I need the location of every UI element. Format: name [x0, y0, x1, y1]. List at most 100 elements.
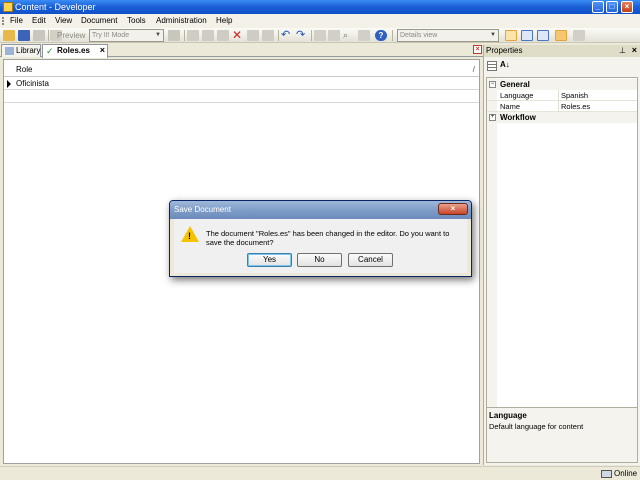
copy-icon[interactable]: [202, 30, 214, 41]
open-icon[interactable]: [3, 30, 15, 41]
insert-row-icon[interactable]: [314, 30, 326, 41]
save-icon[interactable]: [18, 30, 30, 41]
connection-icon: [601, 470, 612, 478]
dialog-message: The document "Roles.es" has been changed…: [206, 229, 450, 247]
find-icon[interactable]: [262, 30, 274, 41]
print-icon[interactable]: [33, 30, 45, 41]
paste-icon[interactable]: [217, 30, 229, 41]
menu-tools[interactable]: Tools: [125, 15, 148, 27]
tab-library[interactable]: Library: [1, 44, 41, 57]
explorer-icon[interactable]: [555, 30, 567, 41]
layout-columns-icon[interactable]: [537, 30, 549, 41]
redo-icon[interactable]: ↷: [296, 30, 308, 41]
description-title: Language: [489, 411, 527, 420]
property-grid-gutter: [487, 78, 497, 436]
stop-icon[interactable]: [168, 30, 180, 41]
pin-icon[interactable]: ⊥: [619, 46, 626, 55]
toolbar-separator: [278, 30, 279, 41]
property-value[interactable]: Roles.es: [561, 102, 590, 111]
help-icon[interactable]: ?: [375, 30, 387, 41]
undo-icon[interactable]: ↶: [281, 30, 293, 41]
menu-document[interactable]: Document: [79, 15, 119, 27]
properties-header: Properties ⊥ ×: [484, 45, 640, 57]
close-document-icon[interactable]: ×: [473, 45, 482, 54]
statusbar: Online: [0, 466, 640, 480]
cut-icon[interactable]: [187, 30, 199, 41]
properties-icon[interactable]: [247, 30, 259, 41]
warning-icon-mark: !: [188, 231, 191, 241]
refresh-icon[interactable]: [573, 30, 585, 41]
toolbar-separator: [311, 30, 312, 41]
mode-combo[interactable]: Try It! Mode ▼: [89, 29, 164, 42]
close-tab-icon[interactable]: ×: [100, 45, 105, 56]
filter-icon[interactable]: [358, 30, 370, 41]
layout-single-icon[interactable]: [505, 30, 517, 41]
layout-split-icon[interactable]: [521, 30, 533, 41]
property-description: Language Default language for content: [486, 407, 638, 463]
toolbar-separator: [48, 30, 49, 41]
minimize-button[interactable]: _: [592, 1, 604, 13]
binoculars-icon[interactable]: ⌕: [343, 30, 355, 41]
close-icon[interactable]: ×: [632, 45, 637, 55]
toolbar-separator: [184, 30, 185, 41]
menu-help[interactable]: Help: [214, 15, 234, 27]
column-header-role[interactable]: Role: [16, 65, 32, 74]
category-workflow[interactable]: + Workflow: [487, 112, 637, 123]
property-row-name[interactable]: Name Roles.es: [487, 101, 637, 112]
window-titlebar: Content - Developer _ □ ×: [0, 0, 640, 14]
menubar: File Edit View Document Tools Administra…: [0, 14, 640, 28]
sort-alphabetical-icon[interactable]: A↓: [500, 60, 510, 69]
table-cell[interactable]: Oficinista: [16, 79, 49, 88]
dialog-titlebar: Save Document ×: [170, 201, 471, 219]
dialog-title: Save Document: [174, 205, 231, 214]
chevron-down-icon: ▼: [490, 32, 496, 38]
expand-icon[interactable]: +: [489, 114, 496, 121]
yes-button[interactable]: Yes: [247, 253, 292, 267]
preview-button[interactable]: Preview: [57, 30, 85, 41]
cancel-button[interactable]: Cancel: [348, 253, 393, 267]
toolbar-separator: [392, 30, 393, 41]
categorized-icon[interactable]: [487, 61, 497, 71]
view-combo[interactable]: Details view ▼: [397, 29, 499, 42]
property-key: Name: [500, 102, 521, 111]
property-value[interactable]: Spanish: [561, 91, 588, 100]
no-button[interactable]: No: [297, 253, 342, 267]
menu-edit[interactable]: Edit: [30, 15, 48, 27]
tab-roles-es[interactable]: ✓ Roles.es ×: [42, 44, 108, 58]
document-tabbar: Library ✓ Roles.es ×: [0, 43, 484, 58]
category-workflow-label: Workflow: [500, 113, 536, 122]
close-window-button[interactable]: ×: [621, 1, 633, 13]
table-row[interactable]: Oficinista: [4, 78, 479, 90]
collapse-icon[interactable]: −: [489, 81, 496, 88]
tab-library-label: Library: [16, 46, 41, 55]
maximize-button[interactable]: □: [606, 1, 618, 13]
status-text: Online: [614, 469, 638, 478]
properties-panel: Properties ⊥ × A↓ − General Language Spa…: [483, 45, 640, 465]
save-document-dialog: Save Document × ! The document "Roles.es…: [169, 200, 472, 277]
grid-header: Role /: [4, 63, 479, 77]
property-key: Language: [500, 91, 534, 100]
view-combo-value: Details view: [400, 32, 438, 39]
library-icon: [5, 47, 14, 55]
category-general[interactable]: − General: [487, 79, 637, 90]
table-row-new[interactable]: [4, 91, 479, 103]
remove-row-icon[interactable]: [328, 30, 340, 41]
app-icon: [3, 2, 13, 12]
column-resize-icon[interactable]: /: [473, 65, 475, 74]
mode-combo-value: Try It! Mode: [92, 32, 130, 39]
delete-icon[interactable]: ✕: [232, 29, 244, 41]
properties-toolbar: A↓: [484, 58, 640, 75]
chevron-down-icon: ▼: [155, 32, 161, 38]
property-row-language[interactable]: Language Spanish: [487, 90, 637, 101]
window-title: Content - Developer: [15, 2, 96, 12]
property-grid: − General Language Spanish Name Roles.es…: [486, 77, 638, 437]
check-icon: ✓: [46, 46, 54, 56]
row-selector-icon: [7, 80, 11, 88]
menu-administration[interactable]: Administration: [154, 15, 209, 27]
dialog-close-button[interactable]: ×: [438, 203, 468, 215]
properties-title: Properties: [486, 46, 523, 55]
menu-view[interactable]: View: [53, 15, 74, 27]
category-general-label: General: [500, 80, 530, 89]
menu-file[interactable]: File: [8, 15, 25, 27]
dialog-body: ! The document "Roles.es" has been chang…: [174, 219, 467, 273]
